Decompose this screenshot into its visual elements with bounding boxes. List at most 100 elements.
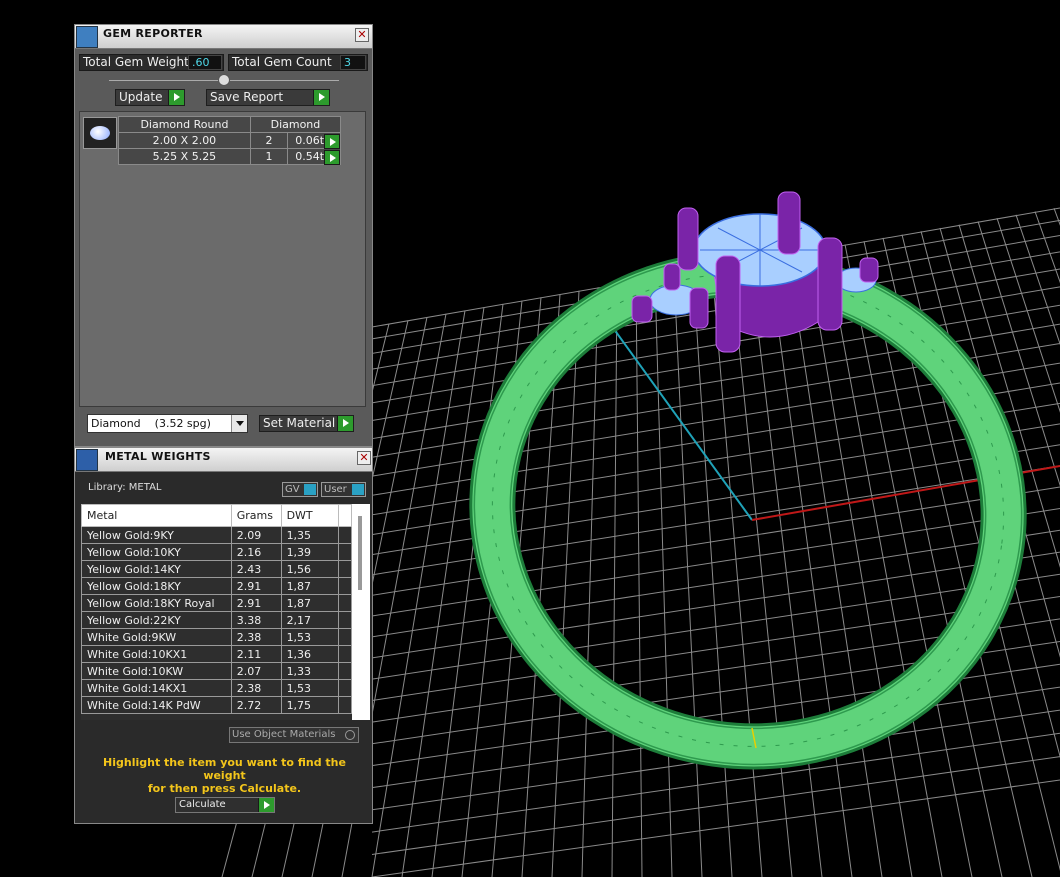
gem-row[interactable]: 5.25 X 5.25 1 0.54tw <box>118 148 341 165</box>
grams-column-header[interactable]: Grams <box>230 504 282 527</box>
metal-name: White Gold:10KX1 <box>81 645 232 663</box>
metal-row[interactable]: Yellow Gold:9KY 2.09 1,35 <box>81 526 352 544</box>
metal-dwt: 1,36 <box>280 645 340 663</box>
metal-row[interactable]: White Gold:10KW 2.07 1,33 <box>81 662 352 680</box>
row-filler <box>338 543 352 561</box>
user-toggle[interactable]: User <box>321 482 366 497</box>
gem-size: 2.00 X 2.00 <box>118 132 251 149</box>
gem-size: 5.25 X 5.25 <box>118 148 251 165</box>
row-filler <box>338 696 352 714</box>
gem-row[interactable]: 2.00 X 2.00 2 0.06tw <box>118 132 341 149</box>
gem-reporter-close-icon[interactable]: ✕ <box>355 28 369 42</box>
row-filler <box>338 526 352 544</box>
row-filler <box>338 560 352 578</box>
update-arrow-icon <box>168 90 184 105</box>
metal-row[interactable]: White Gold:9KW 2.38 1,53 <box>81 628 352 646</box>
save-report-button-label: Save Report <box>210 90 284 104</box>
metal-list-scrollbar-thumb[interactable] <box>358 516 362 590</box>
metal-grams: 2.11 <box>230 645 282 663</box>
row-filler <box>338 594 352 612</box>
metal-name: White Gold:10KW <box>81 662 232 680</box>
metal-weights-close-icon[interactable]: ✕ <box>357 451 371 465</box>
gv-info-icon <box>304 484 316 495</box>
metal-dwt: 1,56 <box>280 560 340 578</box>
metal-grams: 3.38 <box>230 611 282 629</box>
calculate-hint: Highlight the item you want to find the … <box>81 756 368 795</box>
metal-grams: 2.38 <box>230 628 282 646</box>
metal-list-scrollbar[interactable] <box>352 504 370 720</box>
material-select[interactable]: Diamond (3.52 spg) <box>87 414 248 433</box>
metal-row[interactable]: Yellow Gold:10KY 2.16 1,39 <box>81 543 352 561</box>
dwt-column-header[interactable]: DWT <box>280 504 340 527</box>
metal-dwt: 1,87 <box>280 577 340 595</box>
row-filler <box>338 611 352 629</box>
use-object-materials-checkbox[interactable]: Use Object Materials <box>229 727 359 743</box>
metal-row[interactable]: White Gold:10KX1 2.11 1,36 <box>81 645 352 663</box>
metal-grams: 2.16 <box>230 543 282 561</box>
gv-toggle[interactable]: GV <box>282 482 318 497</box>
gem-reporter-panel: GEM REPORTER ✕ Total Gem Weight .60 Tota… <box>74 24 373 447</box>
gem-row-1-arrow-icon[interactable] <box>324 134 340 149</box>
row-filler <box>338 679 352 697</box>
gem-shape-header: Diamond Round <box>118 116 251 133</box>
save-report-button[interactable]: Save Report <box>206 89 330 106</box>
metal-name: Yellow Gold:18KY Royal <box>81 594 232 612</box>
metal-grams: 2.91 <box>230 594 282 612</box>
metal-row[interactable]: White Gold:14KX1 2.38 1,53 <box>81 679 352 697</box>
metal-weights-panel: METAL WEIGHTS ✕ Library: METAL GV User M… <box>74 447 373 824</box>
user-info-icon <box>352 484 364 495</box>
metal-dwt: 1,53 <box>280 628 340 646</box>
calculate-hint-line2: for then press Calculate. <box>147 782 302 795</box>
metal-weights-titlebar[interactable]: METAL WEIGHTS ✕ <box>75 448 372 472</box>
set-material-button[interactable]: Set Material <box>259 415 354 432</box>
metal-name: Yellow Gold:10KY <box>81 543 232 561</box>
update-button[interactable]: Update <box>115 89 185 106</box>
row-filler <box>338 577 352 595</box>
metal-name: Yellow Gold:9KY <box>81 526 232 544</box>
gem-row-2-arrow-icon[interactable] <box>324 150 340 165</box>
metal-weights-app-icon <box>76 449 98 471</box>
metal-row[interactable]: Yellow Gold:18KY 2.91 1,87 <box>81 577 352 595</box>
update-button-label: Update <box>119 90 163 104</box>
header-filler <box>338 504 352 527</box>
calculate-hint-line1: Highlight the item you want to find the … <box>103 756 346 782</box>
save-report-arrow-icon <box>313 90 329 105</box>
splitter-handle-icon[interactable] <box>218 74 230 86</box>
metal-dwt: 1,53 <box>280 679 340 697</box>
gem-reporter-titlebar[interactable]: GEM REPORTER ✕ <box>75 25 372 49</box>
metal-name: Yellow Gold:14KY <box>81 560 232 578</box>
metal-row[interactable]: Yellow Gold:18KY Royal 2.91 1,87 <box>81 594 352 612</box>
radio-icon <box>345 730 355 740</box>
gem-reporter-title: GEM REPORTER <box>103 27 203 40</box>
use-object-materials-label: Use Object Materials <box>232 729 336 740</box>
library-label: Library: METAL <box>88 482 162 493</box>
gem-thumbnail-icon[interactable] <box>83 117 117 149</box>
metal-name: White Gold:14KX1 <box>81 679 232 697</box>
metal-name: White Gold:14K PdW <box>81 696 232 714</box>
metal-name: White Gold:9KW <box>81 628 232 646</box>
set-material-arrow-icon <box>337 416 353 431</box>
metal-row[interactable]: Yellow Gold:14KY 2.43 1,56 <box>81 560 352 578</box>
calculate-button-label: Calculate <box>179 799 226 810</box>
row-filler <box>338 645 352 663</box>
metal-dwt: 1,39 <box>280 543 340 561</box>
metal-table-header: Metal Grams DWT <box>81 504 352 527</box>
calculate-button[interactable]: Calculate <box>175 797 275 813</box>
metal-list-container[interactable]: Metal Grams DWT Yellow Gold:9KY 2.09 1,35 Y… <box>81 504 370 720</box>
metal-dwt: 1,87 <box>280 594 340 612</box>
metal-grams: 2.43 <box>230 560 282 578</box>
metal-dwt: 1,33 <box>280 662 340 680</box>
metal-grams: 2.38 <box>230 679 282 697</box>
row-filler <box>338 662 352 680</box>
metal-name: Yellow Gold:18KY <box>81 577 232 595</box>
metal-column-header[interactable]: Metal <box>81 504 232 527</box>
set-material-button-label: Set Material <box>263 416 336 430</box>
metal-row[interactable]: White Gold:14K PdW 2.72 1,75 <box>81 696 352 714</box>
total-gem-weight-value: .60 <box>188 55 222 70</box>
material-select-value: Diamond (3.52 spg) <box>91 417 211 430</box>
metal-name: Yellow Gold:22KY <box>81 611 232 629</box>
gem-count: 2 <box>249 132 289 149</box>
gem-table: Diamond Round Diamond 2.00 X 2.00 2 0.06… <box>118 116 342 165</box>
metal-row[interactable]: Yellow Gold:22KY 3.38 2,17 <box>81 611 352 629</box>
metal-grams: 2.09 <box>230 526 282 544</box>
